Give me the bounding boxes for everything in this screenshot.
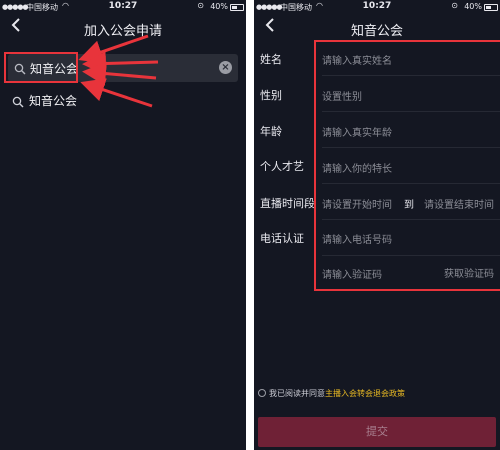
age-label: 年龄 [260, 125, 282, 138]
left-phone-screen: ●●●●● 中国移动 ◠ 10:27 ⊙ 40% 加入公会申请 知音公会 × 知… [0, 0, 246, 450]
right-phone-screen: ●●●●● 中国移动 ◠ 10:27 ⊙ 40% 知音公会 姓名 请输入真实姓名… [254, 0, 500, 450]
status-bar: ●●●●● 中国移动 ◠ 10:27 ⊙ 40% [254, 0, 500, 14]
gender-label: 性别 [260, 89, 282, 102]
live-time-label: 直播时间段 [260, 197, 315, 210]
arrow-annotation [80, 78, 153, 108]
name-label: 姓名 [260, 53, 282, 66]
form-highlight-box [314, 40, 500, 291]
rotation-lock-icon: ⊙ [451, 1, 458, 10]
agreement-row[interactable]: 我已阅读并同意主播入会转会退会政策 [258, 388, 405, 399]
annotation-arrows [78, 34, 159, 108]
submit-button[interactable]: 提交 [258, 417, 496, 447]
arrow-annotation [78, 34, 149, 64]
arrow-annotation [82, 51, 159, 76]
agreement-text: 我已阅读并同意 [269, 389, 325, 398]
policy-link[interactable]: 主播入会转会退会政策 [325, 389, 405, 398]
arrow-annotation [82, 61, 157, 86]
page-title: 知音公会 [350, 24, 403, 39]
status-time: 10:27 [362, 1, 392, 11]
phone-label: 电话认证 [260, 232, 304, 245]
agree-checkbox[interactable] [258, 389, 266, 397]
battery-percent: 40% [464, 2, 482, 11]
battery-icon [484, 4, 498, 11]
talent-label: 个人才艺 [260, 160, 304, 173]
screen-divider [246, 0, 254, 450]
